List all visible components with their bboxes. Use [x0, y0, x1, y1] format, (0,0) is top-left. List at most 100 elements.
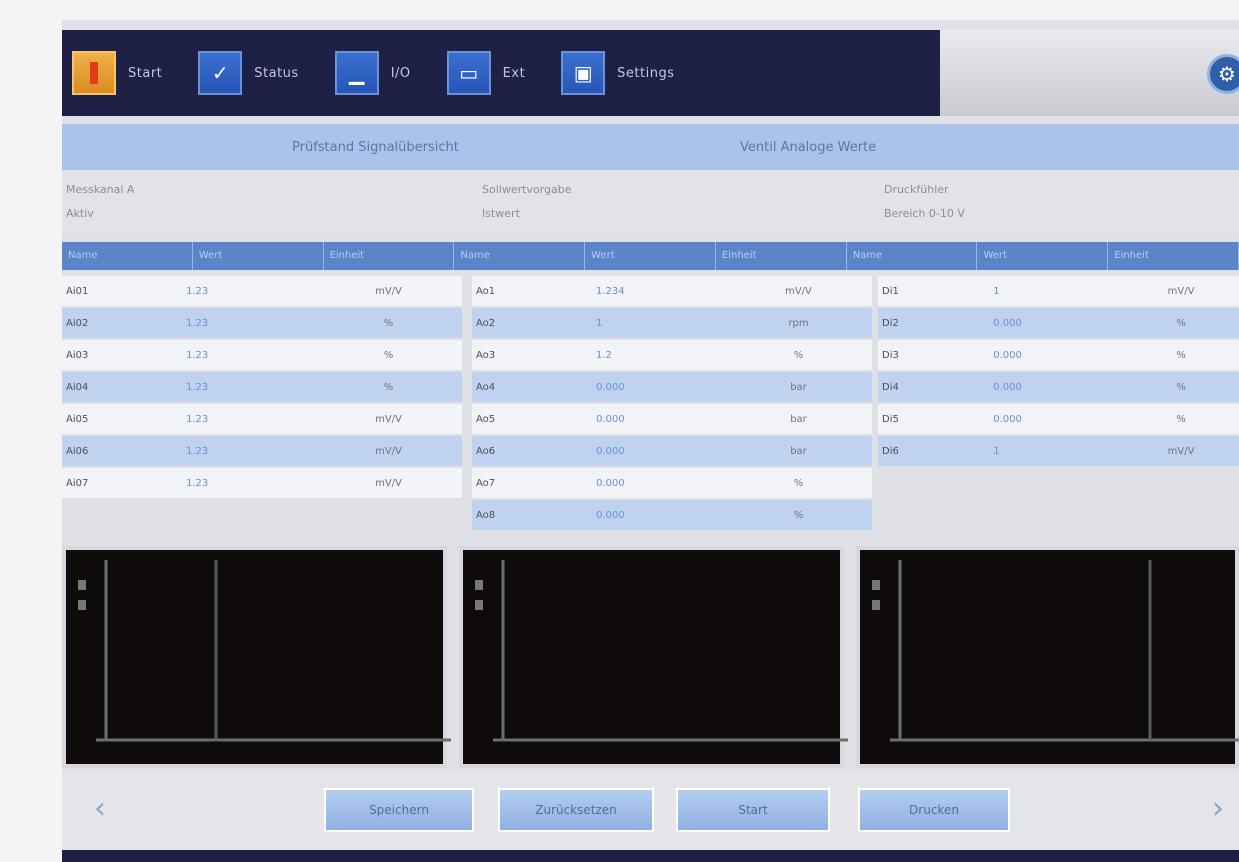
- cell-unit: mV/V: [1167, 445, 1195, 457]
- graph-tick: [78, 600, 86, 610]
- next-page-button[interactable]: ›: [1212, 792, 1239, 826]
- cell-name: Di4: [882, 381, 899, 393]
- cell-name: Ao6: [476, 445, 496, 457]
- cell-name: Di6: [882, 445, 899, 457]
- toolbar-item-ext[interactable]: ▭ Ext: [446, 51, 526, 95]
- table-row[interactable]: Ao6 0.000 bar: [472, 436, 872, 466]
- table-column-3: Di1 1 mV/V Di2 0.000% Di3 0.000% Di4 0.000% D…: [878, 276, 1239, 468]
- cell-name: Ai06: [66, 445, 89, 457]
- info-text: Sollwertvorgabe: [482, 183, 572, 196]
- table-row[interactable]: Ao7 0.000%: [472, 468, 872, 498]
- table-row[interactable]: Di4 0.000%: [878, 372, 1239, 402]
- table-row[interactable]: Ai05 1.23 mV/V: [62, 404, 462, 434]
- gear-icon[interactable]: ⚙: [1207, 54, 1239, 94]
- cell-unit: mV/V: [375, 477, 402, 489]
- io-icon: ▁: [334, 51, 379, 95]
- toolbar-right-area: ⚙: [940, 30, 1239, 116]
- cell-value: 1.2: [596, 349, 612, 361]
- column-header: Name: [454, 242, 586, 270]
- cell-name: Ao4: [476, 381, 496, 393]
- reset-button[interactable]: Zurücksetzen: [498, 788, 654, 832]
- graph-tick: [871, 580, 880, 590]
- cell-name: Ai02: [66, 317, 89, 329]
- table-row[interactable]: Ao8 0.000%: [472, 500, 872, 530]
- toolbar-item-label: Settings: [617, 65, 675, 81]
- table-row[interactable]: Ai06 1.23 mV/V: [62, 436, 462, 466]
- cell-unit: rpm: [788, 317, 809, 329]
- table-row[interactable]: Di6 1 mV/V: [878, 436, 1239, 466]
- print-button[interactable]: Drucken: [858, 788, 1010, 832]
- cell-value: 0.000: [993, 349, 1022, 361]
- cell-unit: bar: [790, 445, 807, 457]
- table-row[interactable]: Ai03 1.23%: [62, 340, 462, 370]
- cell-value: 1.23: [186, 445, 209, 457]
- cell-name: Di2: [882, 317, 899, 329]
- cell-value: 1: [993, 445, 1000, 457]
- cell-unit: %: [793, 349, 804, 361]
- cell-value: 1.23: [186, 477, 209, 489]
- table-row[interactable]: Ao2 1 rpm: [472, 308, 872, 338]
- table-row[interactable]: Ai07 1.23 mV/V: [62, 468, 462, 498]
- table-row[interactable]: Ao1 1.234 mV/V: [472, 276, 872, 306]
- section-title-band: Prüfstand Signalübersicht Ventil Analoge…: [62, 124, 1239, 170]
- cell-name: Ai04: [66, 381, 89, 393]
- column-header: Wert: [977, 242, 1109, 270]
- cell-value: 0.000: [596, 381, 625, 393]
- graph-panel-3[interactable]: [855, 546, 1239, 768]
- info-row: Messkanal A Aktiv Sollwertvorgabe Istwer…: [62, 170, 1239, 236]
- table-row[interactable]: Di2 0.000%: [878, 308, 1239, 338]
- cell-value: 0.000: [993, 317, 1022, 329]
- column-header: Name: [62, 242, 193, 270]
- cell-unit: bar: [790, 413, 807, 425]
- info-text: Bereich 0-10 V: [884, 207, 965, 220]
- cell-unit: mV/V: [375, 445, 402, 457]
- save-button[interactable]: Speichern: [324, 788, 474, 832]
- toolbar-item-label: I/O: [390, 65, 411, 81]
- data-tables: Ai01 1.23 mV/V Ai02 1.23% Ai03 1.23% Ai04 1.2…: [62, 276, 1239, 546]
- table-row[interactable]: Ao3 1.2%: [472, 340, 872, 370]
- cell-value: 1: [596, 317, 603, 329]
- toolbar-item-label: Start: [128, 65, 163, 81]
- toolbar-item-status[interactable]: ✓ Status: [198, 51, 298, 95]
- table-row[interactable]: Ai01 1.23 mV/V: [62, 276, 462, 306]
- cell-name: Di1: [882, 285, 899, 297]
- toolbar-item-io[interactable]: ▁ I/O: [334, 51, 411, 95]
- info-text: Aktiv: [66, 207, 94, 220]
- cell-value: 0.000: [596, 413, 625, 425]
- table-row[interactable]: Ai02 1.23%: [62, 308, 462, 338]
- cell-name: Ai03: [66, 349, 89, 361]
- table-row[interactable]: Ao4 0.000 bar: [472, 372, 872, 402]
- column-header: Einheit: [1108, 242, 1239, 270]
- toolbar-item-start[interactable]: Start: [72, 51, 162, 95]
- graph-canvas: [474, 560, 848, 742]
- toolbar-item-settings[interactable]: ▣ Settings: [561, 51, 674, 95]
- prev-page-button[interactable]: ‹: [84, 792, 116, 826]
- cell-value: 1.23: [186, 317, 209, 329]
- start-button[interactable]: Start: [676, 788, 830, 832]
- table-row[interactable]: Di1 1 mV/V: [878, 276, 1239, 306]
- cell-value: 1.23: [186, 381, 209, 393]
- cell-unit: mV/V: [785, 285, 812, 297]
- graph-panel-1[interactable]: [62, 546, 451, 768]
- cell-name: Ai07: [66, 477, 89, 489]
- cell-unit: mV/V: [1167, 285, 1195, 297]
- table-row[interactable]: Di3 0.000%: [878, 340, 1239, 370]
- cell-value: 0.000: [993, 381, 1022, 393]
- table-column-1: Ai01 1.23 mV/V Ai02 1.23% Ai03 1.23% Ai04 1.2…: [62, 276, 462, 500]
- top-toolbar: Start ✓ Status ▁ I/O ▭ Ext ▣ Settings ⚙: [62, 30, 1239, 116]
- cell-name: Ao2: [476, 317, 496, 329]
- cell-unit: %: [793, 509, 804, 521]
- table-header: Name Wert Einheit Name Wert Einheit Name…: [62, 242, 1239, 270]
- section-title-right: Ventil Analoge Werte: [740, 139, 877, 155]
- table-row[interactable]: Di5 0.000%: [878, 404, 1239, 434]
- graph-panel-2[interactable]: [458, 546, 848, 768]
- info-text: Istwert: [482, 207, 520, 220]
- cell-value: 1.234: [596, 285, 625, 297]
- table-row[interactable]: Ai04 1.23%: [62, 372, 462, 402]
- graph-tick: [78, 580, 86, 590]
- column-header: Wert: [585, 242, 716, 270]
- section-title-left: Prüfstand Signalübersicht: [292, 139, 459, 155]
- toolbar-item-label: Status: [254, 65, 299, 81]
- status-bar: [62, 850, 1239, 862]
- table-row[interactable]: Ao5 0.000 bar: [472, 404, 872, 434]
